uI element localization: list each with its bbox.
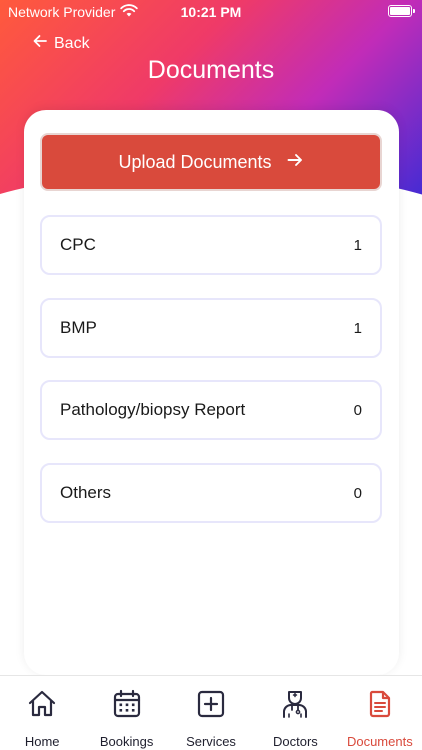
document-row-bmp[interactable]: BMP 1	[40, 298, 382, 358]
document-label: Pathology/biopsy Report	[60, 400, 246, 419]
bottom-tab-bar: Home Bookings Services Doctors Documents	[0, 675, 422, 750]
plus-square-icon	[195, 688, 227, 725]
document-count: 1	[353, 236, 362, 254]
upload-documents-button[interactable]: Upload Documents	[40, 133, 382, 191]
tab-label: Bookings	[99, 734, 154, 749]
tab-label: Services	[186, 734, 236, 749]
tab-services[interactable]: Services	[169, 676, 253, 750]
tab-label: Home	[24, 734, 60, 749]
tab-home[interactable]: Home	[0, 676, 84, 750]
calendar-icon	[111, 688, 143, 725]
upload-documents-label: Upload Documents	[118, 151, 272, 172]
arrow-left-icon	[32, 33, 48, 54]
document-count: 1	[353, 319, 362, 337]
document-row-others[interactable]: Others 0	[40, 463, 382, 523]
document-label: CPC	[60, 235, 96, 254]
tab-label: Documents	[346, 734, 413, 749]
arrow-right-icon	[286, 151, 304, 174]
tab-documents[interactable]: Documents	[338, 676, 422, 750]
document-label: BMP	[60, 318, 97, 337]
page-title: Documents	[147, 56, 275, 84]
document-count: 0	[353, 484, 362, 502]
home-icon	[26, 688, 58, 725]
back-button[interactable]: Back	[32, 33, 90, 54]
doctor-icon	[279, 688, 311, 725]
tab-doctors[interactable]: Doctors	[253, 676, 337, 750]
document-icon	[364, 688, 396, 725]
tab-label: Doctors	[273, 734, 318, 749]
back-label: Back	[54, 34, 90, 52]
status-time: 10:21 PM	[180, 4, 242, 20]
document-row-pathology[interactable]: Pathology/biopsy Report 0	[40, 380, 382, 440]
document-label: Others	[60, 483, 112, 502]
battery-icon	[388, 5, 415, 17]
document-row-cpc[interactable]: CPC 1	[40, 215, 382, 275]
tab-bookings[interactable]: Bookings	[84, 676, 168, 750]
document-count: 0	[353, 401, 362, 419]
status-bar: Network Provider 10:21 PM	[0, 0, 422, 24]
